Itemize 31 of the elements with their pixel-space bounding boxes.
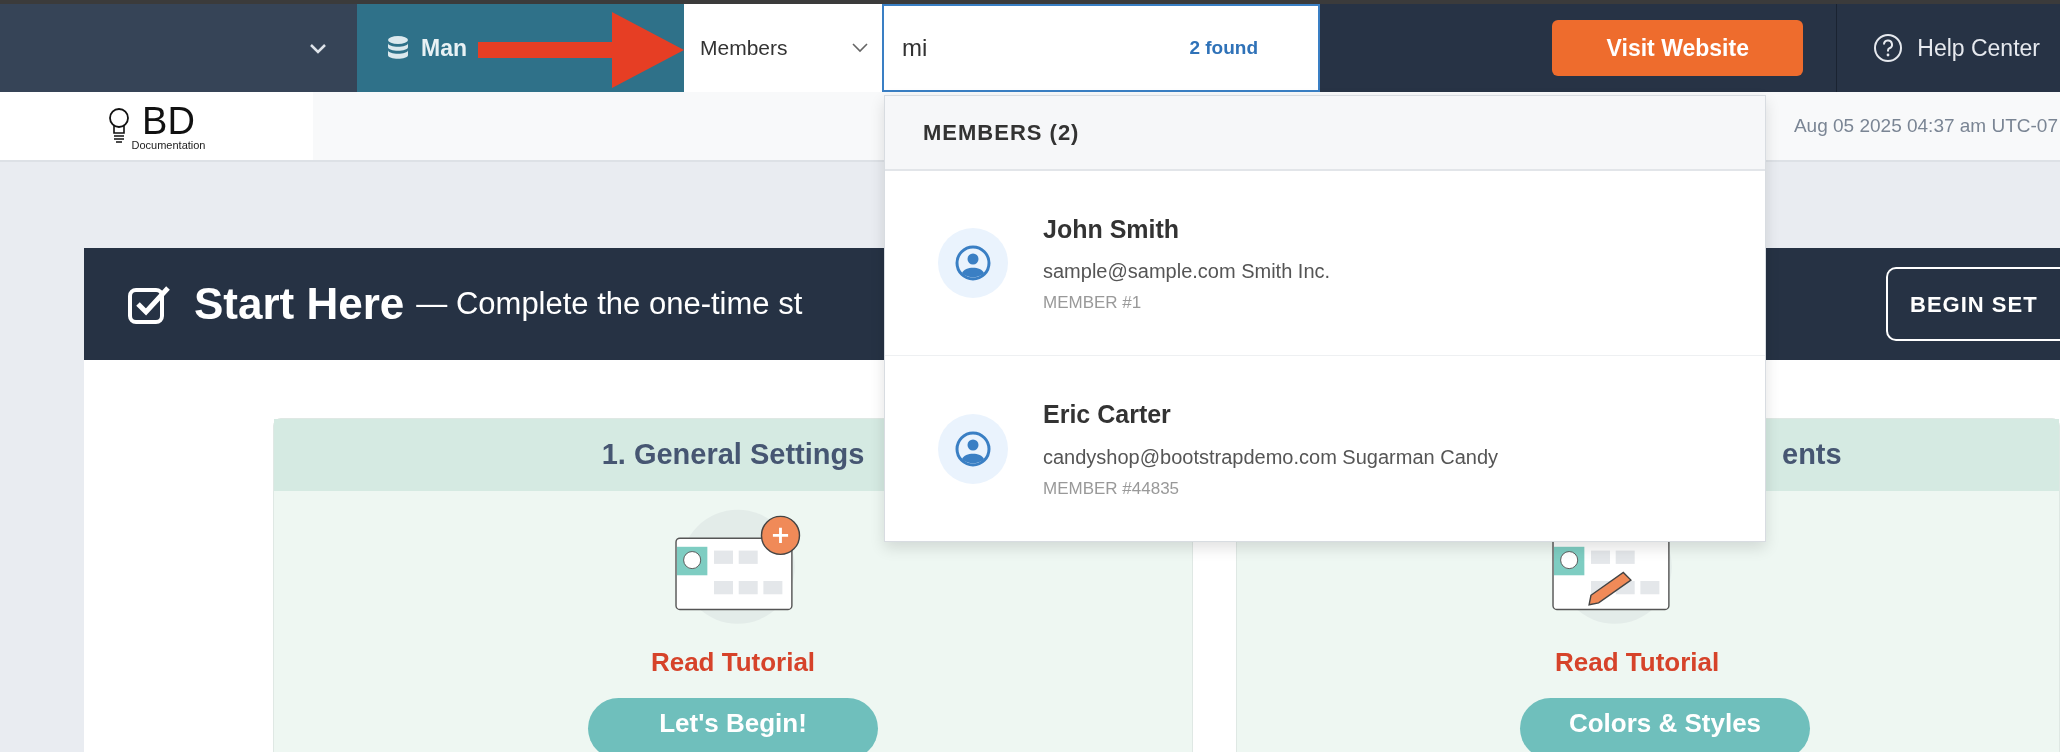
search-scope-select[interactable]: Members — [684, 4, 882, 92]
begin-setup-button[interactable]: BEGIN SET — [1886, 267, 2060, 341]
timestamp: Aug 05 2025 04:37 am UTC-07 — [1793, 113, 2058, 138]
member-name: John Smith — [1043, 213, 1181, 245]
card-title: 1. General Settings — [601, 437, 865, 473]
banner-subtitle: — Complete the one-time st — [416, 284, 803, 323]
chevron-down-icon[interactable] — [309, 42, 327, 54]
lightbulb-icon — [107, 108, 130, 144]
read-tutorial-link[interactable]: Read Tutorial — [1555, 642, 1720, 682]
member-result[interactable]: John Smith sample@sample.com Smith Inc. MEMBER #1 — [885, 171, 1765, 356]
search-field[interactable]: mi — [900, 29, 1100, 67]
card-title: ents — [1782, 437, 1842, 473]
section-tab-label[interactable]: Man — [421, 30, 467, 66]
member-number: MEMBER #44835 — [1043, 477, 1181, 500]
help-center-link[interactable]: Help Center — [1837, 4, 2060, 92]
member-details: candyshop@bootstrapdemo.com Sugarman Candy — [1043, 444, 1498, 470]
member-details: sample@sample.com Smith Inc. — [1043, 259, 1331, 284]
help-icon — [1873, 33, 1904, 63]
member-number: MEMBER #1 — [1043, 292, 1143, 314]
checkbox-icon — [128, 284, 172, 324]
member-name: Eric Carter — [1043, 399, 1172, 430]
logo[interactable]: BD Documentation — [0, 92, 313, 160]
chevron-down-icon — [852, 43, 868, 53]
member-result[interactable]: Eric Carter candyshop@bootstrapdemo.com Sugarman Candy MEMBER #44835 — [885, 356, 1765, 541]
user-avatar-icon — [938, 228, 1008, 298]
result-count: 2 found — [1189, 35, 1258, 60]
results-heading: MEMBERS (2) — [923, 119, 1080, 147]
user-avatar-icon — [938, 413, 1008, 484]
read-tutorial-link[interactable]: Read Tutorial — [650, 642, 816, 682]
database-icon — [387, 35, 409, 61]
banner-title: Start Here — [194, 278, 405, 330]
